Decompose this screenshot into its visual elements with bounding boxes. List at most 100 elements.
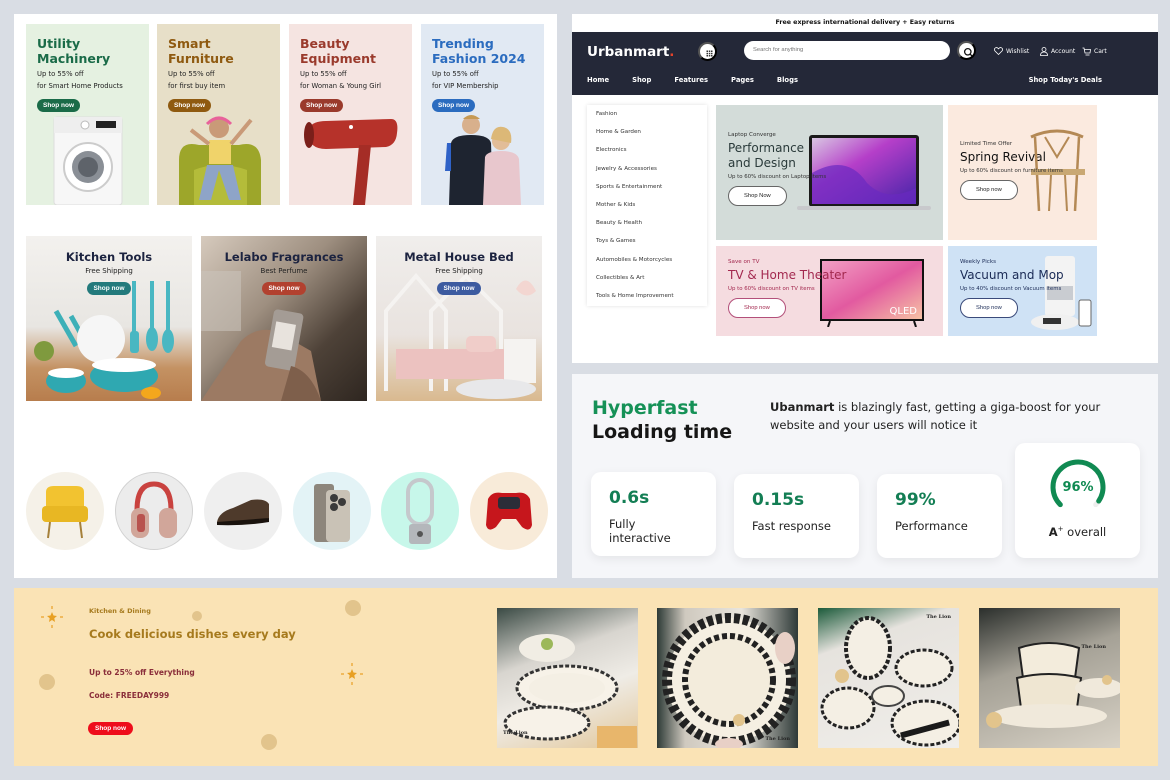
promo-text: Up to 55% off for Smart Home Products — [37, 70, 123, 90]
stat-value: 99% — [895, 490, 936, 510]
search-icon — [963, 47, 973, 57]
promo-card-fashion[interactable]: Trending Fashion 2024 Up to 55% off for VI… — [421, 24, 544, 205]
menu-item-jewelry[interactable]: Jewelry & Accessories — [587, 160, 707, 178]
banner-laptop[interactable]: Laptop Converge Performance and Design Up… — [716, 105, 943, 240]
stat-card-performance: 99% Performance — [877, 474, 1002, 558]
shop-now-button[interactable]: Shop now — [728, 298, 786, 318]
shop-now-button[interactable]: Shop now — [87, 282, 131, 295]
decor-dot — [345, 600, 361, 616]
menu-item-mother-kids[interactable]: Mother & Kids — [587, 196, 707, 214]
todays-deals-link[interactable]: Shop Today's Deals — [1029, 76, 1102, 84]
shop-now-button[interactable]: Shop Now — [728, 186, 787, 206]
store-logo[interactable]: Urbanmart. — [587, 44, 674, 60]
wishlist-link[interactable]: Wishlist — [994, 47, 1029, 55]
shop-now-button[interactable]: Shop now — [437, 282, 481, 295]
menu-item-toys[interactable]: Toys & Games — [587, 232, 707, 250]
category-card-kitchen[interactable]: Kitchen Tools Free Shipping Shop now — [26, 236, 192, 401]
stat-card-response: 0.15s Fast response — [734, 474, 859, 558]
product-circle-game-controller[interactable] — [470, 472, 548, 550]
tableware-set-image — [820, 616, 959, 747]
promo-title: Utility Machinery — [37, 36, 111, 66]
menu-item-tools[interactable]: Tools & Home Improvement — [587, 287, 707, 305]
menu-item-collectibles[interactable]: Collectibles & Art — [587, 269, 707, 287]
menu-item-fashion[interactable]: Fashion — [587, 105, 707, 123]
nav-pages[interactable]: Pages — [731, 76, 754, 84]
menu-item-electronics[interactable]: Electronics — [587, 141, 707, 159]
category-title: Lelabo Fragrances — [224, 250, 344, 264]
stacked-bowls-image — [986, 642, 1120, 728]
kitchen-photo-set[interactable]: The Lion — [818, 608, 959, 748]
promo-card-furniture[interactable]: Smart Furniture Up to 55% off for first bu… — [157, 24, 280, 205]
decor-dot — [261, 734, 277, 750]
stat-value: 0.15s — [752, 490, 805, 510]
menu-item-beauty[interactable]: Beauty & Health — [587, 214, 707, 232]
main-header: Urbanmart. Wishlist Account Cart Home Sh… — [572, 32, 1158, 95]
search-button[interactable] — [957, 41, 976, 60]
banner-tv[interactable]: QLED Save on TV TV & Home Theater Up to … — [716, 246, 943, 336]
category-card-fragrance[interactable]: Lelabo Fragrances Best Perfume Shop now — [201, 236, 367, 401]
banner-title: Vacuum and Mop — [960, 268, 1064, 282]
banner-vacuum[interactable]: Weekly Picks Vacuum and Mop Up to 40% di… — [948, 246, 1097, 336]
robot-vacuum-image — [1031, 256, 1092, 330]
stat-value: 0.6s — [609, 488, 650, 508]
kitchen-photo-bowls[interactable]: The Lion — [979, 608, 1120, 748]
stat-card-interactive: 0.6s Fully interactive — [591, 472, 716, 556]
product-circle-air-purifier[interactable] — [381, 472, 459, 550]
banner-furniture[interactable]: Limited Time Offer Spring Revival Up to … — [948, 105, 1097, 240]
shop-now-button[interactable]: Shop now — [300, 99, 344, 112]
product-circle-shoe[interactable] — [204, 472, 282, 550]
category-card-bed[interactable]: Metal House Bed Free Shipping Shop now — [376, 236, 542, 401]
performance-panel: Hyperfast Loading time Ubanmart is blazi… — [572, 374, 1158, 578]
menu-item-automobiles[interactable]: Automobiles & Motorcycles — [587, 251, 707, 269]
user-icon — [1040, 47, 1048, 56]
product-circle-smartphone[interactable] — [293, 472, 371, 550]
shop-now-button[interactable]: Shop now — [960, 180, 1018, 200]
ceramic-plate-image — [662, 613, 796, 748]
category-subtitle: Free Shipping — [85, 267, 133, 275]
shop-now-button[interactable]: Shop now — [960, 298, 1018, 318]
nav-features[interactable]: Features — [674, 76, 708, 84]
product-circle-armchair[interactable] — [26, 472, 104, 550]
stat-label: Performance — [895, 519, 968, 533]
kitchen-promo-panel: Kitchen & Dining Cook delicious dishes e… — [14, 588, 1158, 766]
main-nav: Home Shop Features Pages Blogs — [587, 76, 821, 84]
promo-card-utility[interactable]: Utility Machinery Up to 55% off for Smart … — [26, 24, 149, 205]
category-title: Metal House Bed — [404, 250, 514, 264]
grid-icon — [706, 50, 713, 57]
performance-heading: Hyperfast Loading time — [592, 397, 733, 443]
menu-item-home-garden[interactable]: Home & Garden — [587, 123, 707, 141]
shop-now-button[interactable]: Shop now — [432, 99, 476, 112]
promo-text: Up to 55% off for Woman & Young Girl — [300, 70, 382, 90]
brand-tag: The Lion — [503, 730, 528, 736]
kitchen-offer: Up to 25% off Everything — [89, 668, 195, 677]
kitchen-photo-plate[interactable]: The Lion — [657, 608, 798, 748]
shop-now-button[interactable]: Shop now — [262, 282, 306, 295]
nav-shop[interactable]: Shop — [632, 76, 651, 84]
search-input[interactable] — [744, 41, 950, 60]
promo-title: Beauty Equipment — [300, 36, 376, 66]
nav-blogs[interactable]: Blogs — [777, 76, 798, 84]
overall-grade-label: A+ overall — [1048, 525, 1107, 539]
shop-now-button[interactable]: Shop now — [88, 722, 134, 735]
menu-item-sports[interactable]: Sports & Entertainment — [587, 178, 707, 196]
hair-dryer-image — [303, 119, 397, 205]
promo-card-beauty[interactable]: Beauty Equipment Up to 55% off for Woman &… — [289, 24, 412, 205]
cart-link[interactable]: Cart — [1082, 47, 1107, 56]
promo-text: Up to 55% off for first buy item — [168, 70, 226, 90]
account-link[interactable]: Account — [1040, 47, 1075, 56]
nav-home[interactable]: Home — [587, 76, 609, 84]
category-sidebar: Fashion Home & Garden Electronics Jewelr… — [587, 105, 707, 306]
product-circle-headphones[interactable] — [115, 472, 193, 550]
headphones-icon — [131, 481, 177, 538]
decor-dot — [192, 611, 202, 621]
category-subtitle: Best Perfume — [260, 267, 308, 275]
kitchen-photo-dinner[interactable]: The Lion — [497, 608, 638, 748]
heart-icon — [994, 47, 1003, 55]
shop-now-button[interactable]: Shop now — [37, 99, 81, 112]
category-grid-button[interactable] — [698, 42, 717, 61]
stat-card-overall: 96% A+ overall — [1015, 443, 1140, 558]
fashion-models-image — [444, 115, 521, 205]
announcement-bar: Free express international delivery + Ea… — [775, 19, 955, 26]
tv-brand-label: QLED — [890, 306, 918, 317]
brand-tag: The Lion — [926, 614, 951, 620]
